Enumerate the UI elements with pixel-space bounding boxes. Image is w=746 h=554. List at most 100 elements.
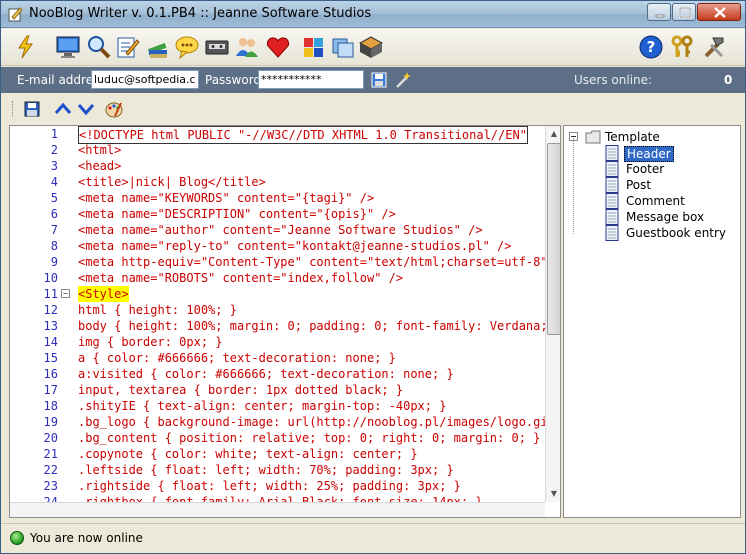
tree-root-label: Template — [605, 130, 660, 144]
code-line[interactable]: 5 <meta name="KEYWORDS" content="{tagi}" … — [10, 190, 560, 206]
cassette-button[interactable] — [204, 34, 230, 60]
svg-text:?: ? — [647, 38, 656, 56]
chat-button[interactable] — [174, 34, 200, 60]
code-line[interactable]: 3 <head> — [10, 158, 560, 174]
status-bar: You are now online — [1, 523, 745, 553]
tree-item-label: Message box — [626, 210, 705, 224]
lightning-button[interactable] — [13, 34, 39, 60]
line-number: 3 — [50, 159, 58, 173]
document-icon — [605, 225, 619, 241]
code-editor[interactable]: 1 <!DOCTYPE html PUBLIC "-//W3C//DTD XHTM… — [9, 125, 561, 518]
tools-button[interactable] — [701, 34, 727, 60]
line-number: 23 — [43, 479, 58, 493]
password-field[interactable] — [258, 70, 364, 89]
code-line[interactable]: 8 <meta name="reply-to" content="kontakt@… — [10, 238, 560, 254]
magnifier-icon — [88, 36, 111, 59]
horizontal-scrollbar[interactable] — [10, 502, 545, 517]
code-line[interactable]: 7 <meta name="author" content="Jeanne Sof… — [10, 222, 560, 238]
line-number: 2 — [50, 143, 58, 157]
code-line[interactable]: 1 <!DOCTYPE html PUBLIC "-//W3C//DTD XHTM… — [10, 126, 560, 144]
code-line[interactable]: 11 <Style> − — [10, 286, 560, 302]
code-text: .rightside { float: left; width: 25%; pa… — [78, 479, 461, 493]
users-button[interactable] — [234, 34, 260, 60]
code-text: <meta name="KEYWORDS" content="{tagi}" /… — [78, 191, 375, 205]
save-icon[interactable] — [23, 100, 41, 118]
main-toolbar: ? — [1, 29, 745, 66]
tree-item-label: Guestbook entry — [626, 226, 727, 240]
code-text: <title>|nick| Blog</title> — [78, 175, 266, 189]
app-logo-icon — [8, 7, 23, 22]
magic-wand-icon[interactable] — [394, 71, 412, 89]
code-line[interactable]: 12 html { height: 100%; } — [10, 302, 560, 318]
favorites-button[interactable] — [265, 34, 291, 60]
package-button[interactable] — [358, 34, 384, 60]
maximize-icon — [679, 7, 691, 18]
toolbar-grip[interactable] — [12, 101, 15, 117]
color-blocks-button[interactable] — [301, 34, 327, 60]
move-down-icon[interactable] — [77, 100, 95, 118]
document-icon — [605, 209, 619, 225]
tree-connector — [573, 138, 574, 234]
folders-button[interactable] — [330, 34, 356, 60]
code-line[interactable]: 21 .copynote { color: white; text-align: … — [10, 446, 560, 462]
code-text: <meta name="DESCRIPTION" content="{opis}… — [78, 207, 396, 221]
scroll-down-arrow-icon[interactable]: ▼ — [546, 486, 560, 502]
keys-button[interactable] — [669, 34, 695, 60]
code-text: body { height: 100%; margin: 0; padding:… — [78, 319, 561, 333]
password-label: Password — [205, 73, 262, 87]
document-icon — [605, 161, 619, 177]
maximize-button[interactable] — [672, 3, 696, 21]
line-number: 22 — [43, 463, 58, 477]
code-line[interactable]: 2 <html> — [10, 142, 560, 158]
line-number: 8 — [50, 239, 58, 253]
edit-document-button[interactable] — [115, 34, 141, 60]
minimize-button[interactable] — [647, 3, 671, 21]
code-text: <Style> — [78, 286, 129, 302]
code-line[interactable]: 4 <title>|nick| Blog</title> — [10, 174, 560, 190]
save-login-icon[interactable] — [370, 71, 388, 89]
folder-icon — [585, 130, 601, 144]
move-up-icon[interactable] — [54, 100, 72, 118]
monitor-button[interactable] — [55, 34, 81, 60]
code-line[interactable]: 17 input, textarea { border: 1px dotted b… — [10, 382, 560, 398]
line-number: 11 — [43, 287, 58, 301]
code-text: a:visited { color: #666666; text-decorat… — [78, 367, 454, 381]
vertical-scrollbar[interactable]: ▲ ▼ — [545, 126, 560, 502]
edit-document-icon — [117, 37, 140, 58]
code-line[interactable]: 19 .bg_logo { background-image: url(http:… — [10, 414, 560, 430]
folders-icon — [332, 38, 354, 58]
close-button[interactable] — [697, 3, 741, 21]
line-number: 18 — [43, 399, 58, 413]
title-bar[interactable]: NooBlog Writer v. 0.1.PB4 :: Jeanne Soft… — [1, 1, 745, 28]
code-text: img { border: 0px; } — [78, 335, 223, 349]
line-number: 7 — [50, 223, 58, 237]
code-line[interactable]: 16 a:visited { color: #666666; text-decor… — [10, 366, 560, 382]
help-button[interactable]: ? — [638, 34, 664, 60]
code-line[interactable]: 20 .bg_content { position: relative; top:… — [10, 430, 560, 446]
search-button[interactable] — [86, 34, 112, 60]
code-line[interactable]: 18 .shityIE { text-align: center; margin-… — [10, 398, 560, 414]
code-line[interactable]: 14 img { border: 0px; } — [10, 334, 560, 350]
line-number: 19 — [43, 415, 58, 429]
code-line[interactable]: 6 <meta name="DESCRIPTION" content="{opis… — [10, 206, 560, 222]
code-text: .leftside { float: left; width: 70%; pad… — [78, 463, 454, 477]
books-button[interactable] — [145, 34, 171, 60]
vertical-scroll-thumb[interactable] — [547, 143, 560, 335]
line-number: 4 — [50, 175, 58, 189]
fold-toggle-icon[interactable]: − — [61, 289, 70, 298]
document-icon — [605, 145, 619, 161]
code-line[interactable]: 23 .rightside { float: left; width: 25%; … — [10, 478, 560, 494]
scroll-up-arrow-icon[interactable]: ▲ — [546, 126, 560, 142]
palette-icon[interactable] — [105, 100, 123, 118]
code-line[interactable]: 22 .leftside { float: left; width: 70%; p… — [10, 462, 560, 478]
code-line[interactable]: 13 body { height: 100%; margin: 0; paddin… — [10, 318, 561, 334]
users-icon — [236, 38, 258, 57]
code-line[interactable]: 15 a { color: #666666; text-decoration: n… — [10, 350, 560, 366]
line-number: 17 — [43, 383, 58, 397]
email-field[interactable] — [91, 70, 199, 89]
code-text: <meta name="author" content="Jeanne Soft… — [78, 223, 483, 237]
code-line[interactable]: 9 <meta http-equiv="Content-Type" content… — [10, 254, 560, 270]
status-text: You are now online — [30, 531, 143, 545]
template-tree: Template Header Footer Post Comment Message … — [563, 125, 741, 518]
code-line[interactable]: 10 <meta name="ROBOTS" content="index,fol… — [10, 270, 560, 286]
